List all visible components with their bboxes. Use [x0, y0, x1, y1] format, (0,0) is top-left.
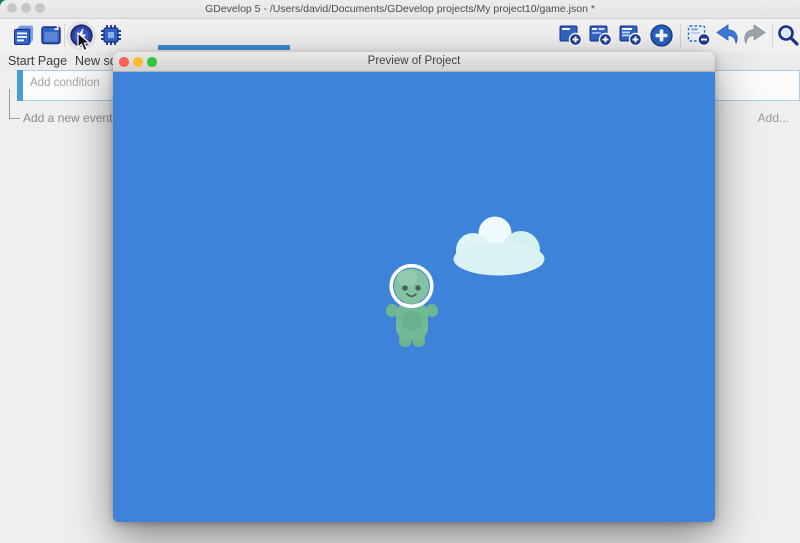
add-subevent-icon: [588, 22, 614, 48]
event-selection-bar[interactable]: [17, 70, 23, 101]
main-toolbar: [0, 19, 800, 52]
start-page-window-icon: [39, 23, 63, 47]
gdevelop-app-window: GDevelop 5 - /Users/david/Documents/GDev…: [0, 0, 800, 543]
project-manager-button[interactable]: [11, 22, 37, 48]
add-comment-icon: [618, 22, 644, 48]
main-titlebar[interactable]: GDevelop 5 - /Users/david/Documents/GDev…: [0, 0, 800, 19]
tab-start-page[interactable]: Start Page: [8, 54, 67, 68]
event-tree-line: [9, 118, 20, 119]
preview-window-title: Preview of Project: [113, 55, 715, 67]
project-manager-icon: [12, 23, 36, 47]
mouse-cursor-icon: [77, 32, 91, 52]
active-tab-indicator: [158, 45, 290, 50]
remove-event-icon: [686, 22, 712, 48]
add-event-icon: [558, 22, 584, 48]
game-canvas[interactable]: [113, 72, 715, 522]
add-circle-icon: [649, 23, 674, 48]
toolbar-separator: [64, 24, 65, 47]
undo-button[interactable]: [714, 22, 740, 48]
cloud-sprite: [450, 212, 548, 278]
undo-icon: [714, 22, 740, 48]
add-event-button[interactable]: [558, 22, 584, 48]
redo-button[interactable]: [742, 22, 768, 48]
add-more-link[interactable]: Add...: [758, 111, 789, 125]
tab-new-scene[interactable]: New sc: [75, 54, 116, 68]
start-page-button[interactable]: [38, 22, 64, 48]
event-tree-line: [9, 89, 10, 118]
alien-character-sprite: [381, 258, 443, 350]
preview-titlebar[interactable]: Preview of Project: [113, 52, 715, 72]
preview-window[interactable]: Preview of Project: [113, 52, 715, 522]
debugger-chip-icon: [99, 23, 123, 47]
add-new-event-link[interactable]: Add a new event: [23, 111, 112, 125]
window-title: GDevelop 5 - /Users/david/Documents/GDev…: [0, 3, 800, 15]
add-choose-button[interactable]: [648, 22, 674, 48]
add-comment-button[interactable]: [618, 22, 644, 48]
toolbar-separator: [772, 24, 773, 47]
debugger-button[interactable]: [98, 22, 124, 48]
search-events-button[interactable]: [775, 22, 800, 48]
redo-icon: [742, 22, 768, 48]
toolbar-separator: [680, 24, 681, 47]
search-icon: [776, 23, 800, 47]
delete-event-button[interactable]: [686, 22, 712, 48]
add-subevent-button[interactable]: [588, 22, 614, 48]
add-condition-link[interactable]: Add condition: [30, 77, 100, 89]
